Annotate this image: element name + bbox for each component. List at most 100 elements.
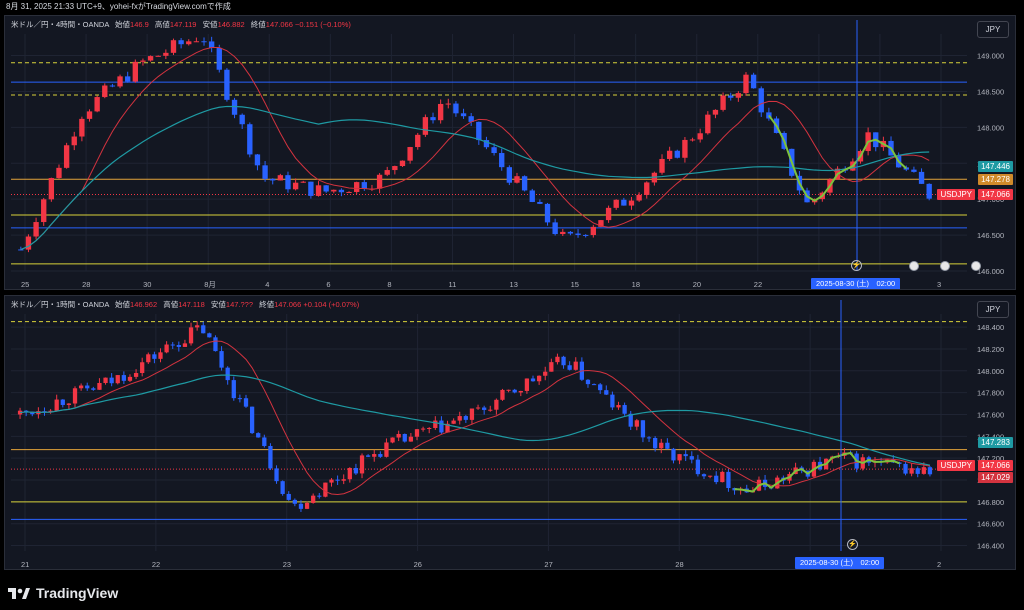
candle-body <box>476 121 482 141</box>
candle-body <box>170 344 175 346</box>
candle-body <box>646 437 652 439</box>
candle-body <box>743 74 749 94</box>
candle-body <box>262 437 267 446</box>
candle-body <box>254 154 261 166</box>
candle-body <box>604 390 609 395</box>
candle-body <box>71 136 77 146</box>
y-tick-label: 146.400 <box>977 542 1004 551</box>
candle-body <box>903 463 908 474</box>
y-tick-label: 148.000 <box>977 123 1004 132</box>
chart-canvas-1h[interactable]: 148.400148.200148.000147.800147.600147.4… <box>5 296 1016 570</box>
candle-body <box>384 170 390 175</box>
tradingview-logo[interactable]: TradingView <box>8 582 118 604</box>
chart-pane-1h[interactable]: 148.400148.200148.000147.800147.600147.4… <box>4 295 1016 570</box>
candle-body <box>636 194 642 201</box>
candle-body <box>420 428 426 430</box>
x-tick-label: 26 <box>414 560 422 569</box>
x-tick-label: 15 <box>571 280 579 289</box>
candle-body <box>274 468 279 482</box>
candle-body <box>85 385 90 389</box>
candle-body <box>399 160 406 167</box>
candle-body <box>524 378 530 391</box>
candle-body <box>109 377 114 384</box>
candle-body <box>427 428 432 430</box>
candle-body <box>247 124 253 155</box>
candle-body <box>60 399 65 405</box>
us-flag-icon[interactable] <box>940 261 950 271</box>
candle-body <box>659 442 664 449</box>
candle-body <box>482 407 487 410</box>
candle-body <box>18 249 24 251</box>
legend-title: 米ドル／円・1時間・OANDA <box>11 300 109 309</box>
tradingview-logo-icon <box>8 586 30 600</box>
moving-average-fast <box>20 46 930 250</box>
candle-body <box>659 158 665 173</box>
candle-body <box>127 376 133 381</box>
candle-body <box>158 352 163 359</box>
y-tick-label: 149.000 <box>977 52 1004 61</box>
price-tag-ma-slow: 147.446 <box>978 161 1013 172</box>
candle-body <box>147 56 154 61</box>
candle-body <box>402 433 407 442</box>
candle-body <box>372 454 377 457</box>
candle-body <box>280 481 285 494</box>
us-flag-icon[interactable] <box>971 261 981 271</box>
candle-body <box>347 468 352 480</box>
legend-open-label: 始値 <box>115 20 131 29</box>
legend-high-value: 147.118 <box>178 300 205 309</box>
candle-body <box>701 474 707 477</box>
lightning-icon[interactable]: ⚡ <box>847 539 858 550</box>
candle-body <box>298 503 304 509</box>
candle-body <box>634 420 639 427</box>
candle-body <box>590 226 596 236</box>
candle-body <box>376 174 383 189</box>
legend-open-value: 146.962 <box>130 300 158 309</box>
candle-body <box>338 189 345 193</box>
candle-body <box>311 495 316 503</box>
candle-body <box>216 47 222 70</box>
candle-body <box>102 85 108 98</box>
candle-body <box>170 40 177 53</box>
candle-body <box>140 60 146 62</box>
candle-body <box>573 361 578 370</box>
chart-canvas-4h[interactable]: 149.000148.500148.000147.500147.000146.5… <box>5 16 1016 290</box>
symbol-tag: USDJPY <box>937 189 975 200</box>
candle-body <box>567 365 572 370</box>
x-tick-label: 23 <box>283 560 291 569</box>
price-tag-last: 147.066 <box>978 189 1013 200</box>
candle-body <box>201 325 206 334</box>
candle-body <box>506 167 513 183</box>
candle-body <box>224 69 230 100</box>
header-text: 8月 31, 2025 21:33 UTC+9、yohei-fxがTrading… <box>6 2 231 11</box>
chart-legend-4h: 米ドル／円・4時間・OANDA 始値146.9 高値147.119 安値146.… <box>11 19 351 30</box>
lightning-icon[interactable]: ⚡ <box>851 260 862 271</box>
candle-body <box>518 390 523 393</box>
candle-body <box>256 433 261 438</box>
candle-body <box>628 200 635 206</box>
candle-body <box>346 191 352 193</box>
candle-body <box>575 233 581 235</box>
candle-body <box>304 502 310 509</box>
us-flag-icon[interactable] <box>909 261 919 271</box>
candle-body <box>430 117 436 121</box>
candle-body <box>926 183 932 199</box>
y-tick-label: 146.500 <box>977 231 1004 240</box>
candle-body <box>666 150 673 159</box>
chart-pane-4h[interactable]: 149.000148.500148.000147.500147.000146.5… <box>4 15 1016 290</box>
candle-body <box>48 178 55 200</box>
currency-button[interactable]: JPY <box>977 301 1009 318</box>
candle-body <box>621 199 627 206</box>
candle-body <box>415 134 421 148</box>
candle-body <box>530 378 536 382</box>
brand-name: TradingView <box>36 585 119 601</box>
candle-body <box>195 325 200 328</box>
candle-body <box>451 420 456 424</box>
candle-body <box>41 199 47 223</box>
x-tick-label: 11 <box>448 280 456 289</box>
x-tick-label: 8月 <box>204 280 216 289</box>
currency-button[interactable]: JPY <box>977 21 1009 38</box>
x-tick-label: 27 <box>544 560 552 569</box>
candle-body <box>300 181 306 183</box>
candle-body <box>365 455 371 457</box>
candle-body <box>140 362 145 374</box>
